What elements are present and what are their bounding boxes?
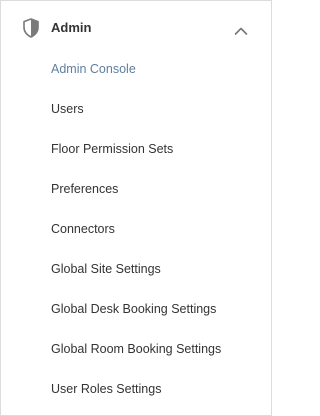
menu-item-global-room-booking-settings[interactable]: Global Room Booking Settings [1, 329, 271, 369]
menu-item-label: Connectors [51, 222, 115, 236]
menu-item-label: Preferences [51, 182, 119, 196]
menu-item-label: Floor Permission Sets [51, 142, 174, 156]
menu-item-floor-permission-sets[interactable]: Floor Permission Sets [1, 129, 271, 169]
menu-item-global-desk-booking-settings[interactable]: Global Desk Booking Settings [1, 289, 271, 329]
menu-item-connectors[interactable]: Connectors [1, 209, 271, 249]
menu-item-label: Global Room Booking Settings [51, 342, 222, 356]
menu-item-preferences[interactable]: Preferences [1, 169, 271, 209]
menu-item-user-roles-settings[interactable]: User Roles Settings [1, 369, 271, 409]
menu-item-users[interactable]: Users [1, 89, 271, 129]
menu-item-label: Admin Console [51, 62, 136, 76]
chevron-up-icon[interactable] [234, 23, 248, 35]
menu-item-label: Users [51, 102, 84, 116]
menu-item-label: User Roles Settings [51, 382, 162, 396]
admin-nav-panel: Admin Admin Console Users Floor Permissi… [0, 0, 272, 416]
menu-item-admin-console[interactable]: Admin Console [1, 49, 271, 89]
menu-item-global-site-settings[interactable]: Global Site Settings [1, 249, 271, 289]
admin-section-title: Admin [51, 20, 92, 35]
shield-icon [23, 18, 39, 38]
menu-item-label: Global Desk Booking Settings [51, 302, 217, 316]
menu-item-label: Global Site Settings [51, 262, 161, 276]
